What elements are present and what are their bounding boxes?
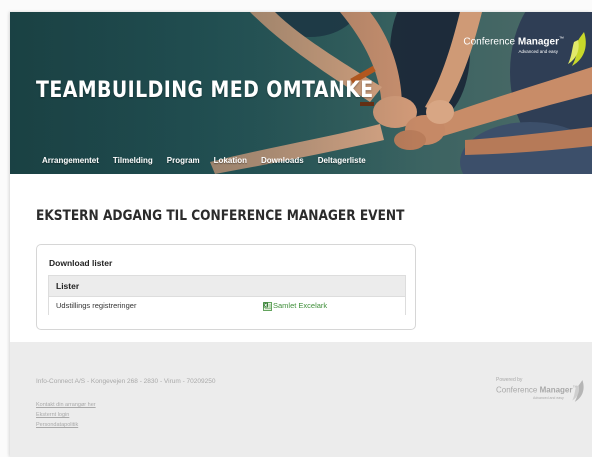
footer: Info-Connect A/S - Kongevejen 268 - 2830… bbox=[10, 342, 592, 457]
nav-downloads[interactable]: Downloads bbox=[261, 156, 304, 165]
brand-tagline: Advanced and easy bbox=[518, 49, 558, 54]
row-label: Udstillings registreringer bbox=[56, 301, 137, 310]
footer-link-contact[interactable]: Kontakt din arrangør her bbox=[36, 402, 96, 408]
nav-deltagerliste[interactable]: Deltagerliste bbox=[318, 156, 366, 165]
nav-tilmelding[interactable]: Tilmelding bbox=[113, 156, 153, 165]
page-title: EKSTERN ADGANG TIL CONFERENCE MANAGER EV… bbox=[36, 208, 405, 224]
footer-link-privacy[interactable]: Persondatapolitik bbox=[36, 422, 78, 428]
footer-address: Info-Connect A/S - Kongevejen 268 - 2830… bbox=[36, 378, 216, 385]
table-header: Lister bbox=[49, 276, 405, 297]
nav-arrangementet[interactable]: Arrangementet bbox=[42, 156, 99, 165]
nav-program[interactable]: Program bbox=[167, 156, 200, 165]
nav-lokation[interactable]: Lokation bbox=[214, 156, 247, 165]
footer-brand-name: Conference Manager™ bbox=[496, 385, 578, 395]
hero-title: TEAMBUILDING MED OMTANKE bbox=[36, 78, 374, 103]
footer-brand-leaf-icon bbox=[572, 380, 584, 402]
brand-logo: Conference Manager™ Advanced and easy bbox=[448, 30, 588, 70]
hero-banner: Conference Manager™ Advanced and easy TE… bbox=[10, 12, 592, 174]
excel-file-icon bbox=[263, 301, 272, 311]
powered-by-label: Powered by bbox=[496, 377, 523, 383]
excel-link-label: Samlet Excelark bbox=[273, 301, 328, 310]
panel-title: Download lister bbox=[49, 258, 113, 268]
brand-leaf-icon bbox=[568, 32, 586, 66]
brand-name: Conference Manager™ bbox=[463, 36, 564, 48]
main-nav: Arrangementet Tilmelding Program Lokatio… bbox=[42, 156, 380, 165]
download-panel: Download lister Lister Udstillings regis… bbox=[36, 244, 416, 330]
table-row: Udstillings registreringer Samlet Excela… bbox=[49, 297, 405, 315]
footer-link-external-login[interactable]: Eksternt login bbox=[36, 412, 69, 418]
page: Conference Manager™ Advanced and easy TE… bbox=[10, 12, 592, 457]
excel-download-link[interactable]: Samlet Excelark bbox=[263, 297, 327, 315]
lists-table: Lister Udstillings registreringer Samlet… bbox=[48, 275, 406, 315]
footer-brand-tagline: Advanced and easy bbox=[533, 396, 564, 400]
